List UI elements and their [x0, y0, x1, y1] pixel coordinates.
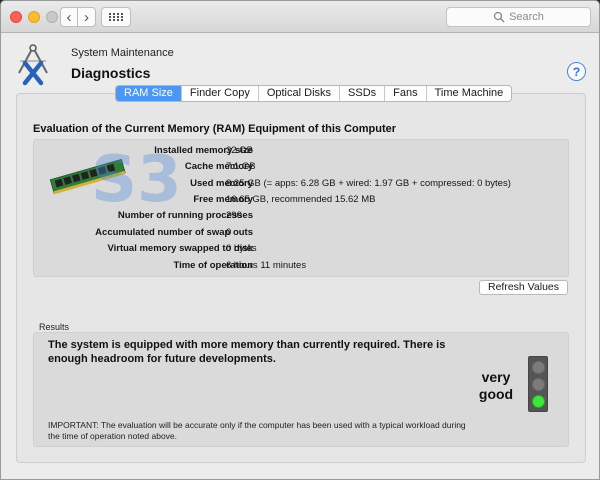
header: System Maintenance Diagnostics ?	[1, 33, 599, 93]
green-lamp	[532, 395, 545, 408]
row-free-memory: Free memory 16.65 GB, recommended 15.62 …	[33, 194, 553, 208]
results-label: Results	[39, 322, 70, 332]
row-label: Used memory	[190, 178, 253, 189]
row-value: 16.65 GB, recommended 15.62 MB	[226, 194, 376, 205]
tab-bar: RAM Size Finder Copy Optical Disks SSDs …	[115, 85, 513, 102]
page-title: Diagnostics	[71, 65, 151, 81]
row-label: Installed memory size	[154, 145, 253, 156]
caliper-logo-icon	[18, 44, 48, 86]
search-field[interactable]: Search	[446, 7, 591, 27]
zoom-window-button[interactable]	[46, 11, 58, 23]
tab-finder-copy[interactable]: Finder Copy	[181, 86, 259, 101]
row-value: 290	[226, 210, 242, 221]
tab-time-machine[interactable]: Time Machine	[426, 86, 512, 101]
rating-text: very good	[471, 369, 521, 403]
title-bar: ‹ › Search	[1, 1, 599, 33]
row-time-of-operation: Time of operation 6 hours 11 minutes	[33, 260, 553, 274]
result-message: The system is equipped with more memory …	[48, 339, 446, 365]
row-cache-memory: Cache memory 7.1 GB	[33, 161, 553, 175]
grid-icon	[109, 13, 123, 21]
row-value: 0	[226, 227, 232, 238]
chevron-right-icon: ›	[84, 8, 89, 26]
row-label: Cache memory	[184, 161, 253, 172]
minimize-window-button[interactable]	[28, 11, 40, 23]
row-label: Time of operation	[173, 260, 253, 271]
back-button[interactable]: ‹	[60, 7, 78, 27]
row-label: Free memory	[193, 194, 253, 205]
tab-ram-size[interactable]: RAM Size	[116, 86, 182, 101]
rating-line-1: very	[481, 369, 511, 385]
breadcrumb: System Maintenance	[71, 47, 174, 59]
tab-fans[interactable]: Fans	[385, 86, 427, 101]
tab-optical-disks[interactable]: Optical Disks	[258, 86, 341, 101]
important-note: IMPORTANT: The evaluation will be accura…	[48, 420, 466, 441]
tab-ssds[interactable]: SSDs	[340, 86, 386, 101]
row-running-processes: Number of running processes 290	[33, 210, 553, 224]
row-label: Virtual memory swapped to disk	[107, 243, 253, 254]
refresh-values-button[interactable]: Refresh Values	[479, 280, 568, 295]
row-label: Accumulated number of swap outs	[95, 227, 253, 238]
row-value: 32 GB	[226, 145, 253, 156]
row-virtual-memory: Virtual memory swapped to disk 0 bytes	[33, 243, 553, 257]
close-window-button[interactable]	[10, 11, 22, 23]
yellow-lamp	[532, 378, 545, 391]
chevron-left-icon: ‹	[66, 8, 72, 26]
section-heading: Evaluation of the Current Memory (RAM) E…	[33, 123, 397, 135]
question-icon: ?	[572, 64, 581, 79]
traffic-light-indicator	[528, 356, 548, 412]
row-label: Number of running processes	[117, 210, 253, 221]
row-value: 8.25 GB (= apps: 6.28 GB + wired: 1.97 G…	[226, 178, 511, 189]
search-icon	[493, 11, 505, 23]
row-used-memory: Used memory 8.25 GB (= apps: 6.28 GB + w…	[33, 178, 553, 192]
rating-line-2: good	[478, 386, 514, 402]
row-value: 6 hours 11 minutes	[226, 260, 307, 271]
forward-button[interactable]: ›	[78, 7, 96, 27]
row-value: 7.1 GB	[226, 161, 256, 172]
app-window: ‹ › Search System Maintenance Diagnostic…	[0, 0, 600, 480]
show-all-button[interactable]	[101, 7, 131, 27]
help-button[interactable]: ?	[567, 62, 586, 81]
search-placeholder: Search	[509, 11, 544, 23]
row-value: 0 bytes	[226, 243, 257, 254]
navigation-segment: ‹ ›	[60, 7, 96, 27]
row-installed-memory: Installed memory size 32 GB	[33, 145, 553, 159]
row-swap-outs: Accumulated number of swap outs 0	[33, 227, 553, 241]
red-lamp	[532, 361, 545, 374]
